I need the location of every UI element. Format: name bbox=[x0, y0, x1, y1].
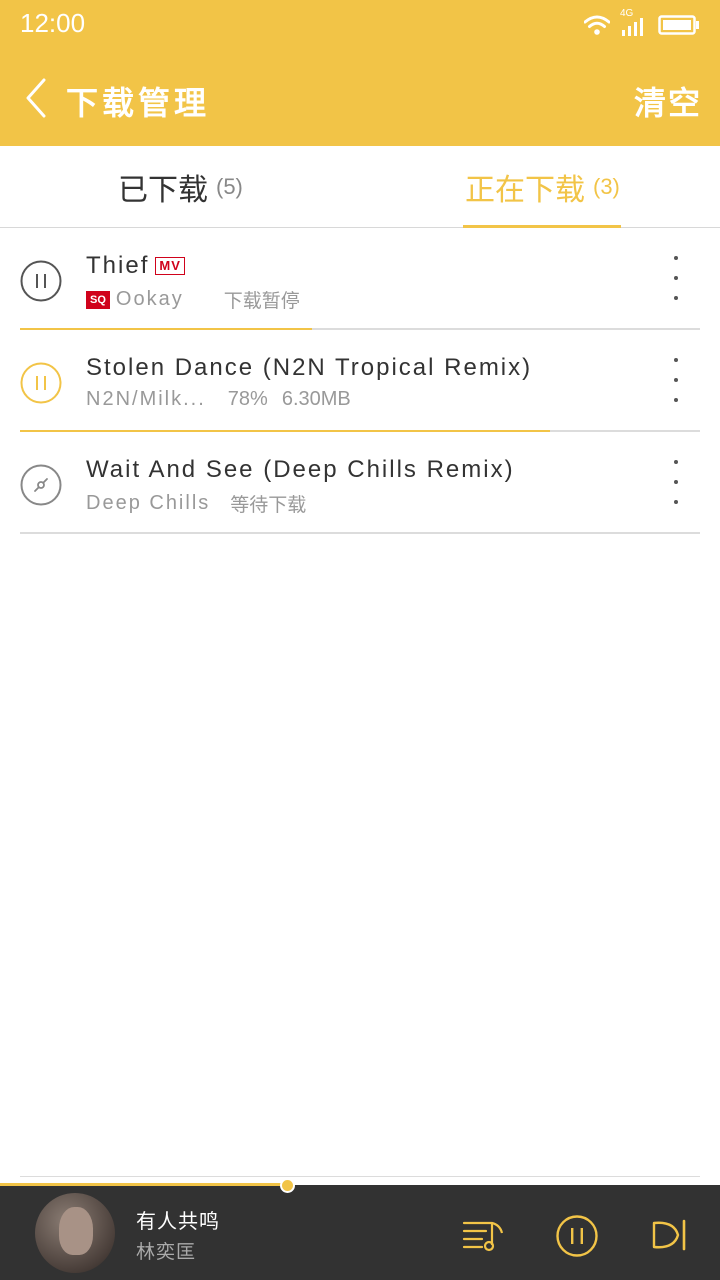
player-progress-bar[interactable] bbox=[0, 1183, 288, 1186]
more-options-button[interactable] bbox=[666, 358, 686, 402]
download-status: 等待下载 bbox=[230, 495, 307, 516]
signal-icon: 4G bbox=[620, 8, 648, 38]
sq-badge: SQ bbox=[86, 290, 110, 309]
tab-label: 正在下载 bbox=[465, 174, 585, 207]
download-row[interactable]: Stolen Dance (N2N Tropical Remix) N2N/Mi… bbox=[20, 330, 700, 432]
player-progress-knob[interactable] bbox=[280, 1178, 295, 1193]
paused-icon[interactable] bbox=[20, 260, 62, 302]
mini-player[interactable]: 有人共鸣 林奕匡 bbox=[0, 1185, 720, 1280]
status-icons: 4G bbox=[584, 8, 700, 40]
download-row[interactable]: Thief MV SQ Ookay 下载暂停 bbox=[20, 228, 700, 330]
page-title: 下载管理 bbox=[66, 85, 211, 121]
song-subtitle: SQ Ookay 下载暂停 bbox=[86, 286, 300, 313]
more-options-button[interactable] bbox=[666, 256, 686, 300]
waiting-disc-icon[interactable] bbox=[20, 464, 62, 506]
back-button[interactable] bbox=[14, 76, 58, 120]
mv-badge: MV bbox=[155, 257, 185, 275]
tab-bar: 已下载 (5) 正在下载 (3) bbox=[0, 146, 720, 228]
tab-label: 已下载 bbox=[118, 174, 208, 207]
song-artist: Deep Chills bbox=[86, 492, 211, 514]
downloading-pause-icon[interactable] bbox=[20, 362, 62, 404]
song-title-row: Wait And See (Deep Chills Remix) bbox=[86, 456, 515, 484]
next-track-icon[interactable] bbox=[650, 1213, 694, 1257]
album-cover-art bbox=[59, 1207, 93, 1255]
download-row[interactable]: Wait And See (Deep Chills Remix) Deep Ch… bbox=[20, 432, 700, 534]
app-header: 12:00 4G 下载管理 清空 bbox=[0, 0, 720, 146]
album-cover[interactable] bbox=[35, 1193, 115, 1273]
song-title: Stolen Dance (N2N Tropical Remix) bbox=[86, 354, 533, 381]
song-artist: N2N/Milk... bbox=[86, 388, 206, 410]
now-playing-title: 有人共鸣 bbox=[136, 1211, 220, 1233]
tab-count: (5) bbox=[216, 174, 243, 199]
now-playing-artist: 林奕匡 bbox=[136, 1242, 197, 1263]
download-size: 6.30MB bbox=[281, 388, 351, 410]
title-row: 下载管理 清空 bbox=[0, 68, 720, 128]
song-title-row: Thief MV bbox=[86, 252, 185, 280]
song-title: Wait And See (Deep Chills Remix) bbox=[86, 456, 515, 483]
download-list: Thief MV SQ Ookay 下载暂停 Stolen Dance (N2N… bbox=[20, 228, 700, 534]
status-time: 12:00 bbox=[20, 8, 86, 38]
tab-downloaded[interactable]: 已下载 (5) bbox=[118, 146, 243, 228]
chevron-left-icon bbox=[26, 78, 46, 118]
pause-icon[interactable] bbox=[555, 1214, 599, 1258]
battery-icon bbox=[658, 15, 699, 35]
download-percent: 78% bbox=[227, 388, 268, 410]
tab-count: (3) bbox=[593, 174, 620, 199]
clear-button[interactable]: 清空 bbox=[634, 78, 702, 124]
wifi-icon bbox=[584, 15, 610, 35]
song-artist: Ookay bbox=[115, 288, 184, 310]
song-subtitle: Deep Chills 等待下载 bbox=[86, 490, 306, 517]
playlist-icon[interactable] bbox=[462, 1213, 506, 1257]
tab-downloading[interactable]: 正在下载 (3) bbox=[465, 146, 620, 228]
song-title: Thief bbox=[86, 252, 150, 279]
download-status: 下载暂停 bbox=[223, 291, 300, 312]
player-divider bbox=[20, 1176, 700, 1177]
more-options-button[interactable] bbox=[666, 460, 686, 504]
song-title-row: Stolen Dance (N2N Tropical Remix) bbox=[86, 354, 532, 382]
row-divider bbox=[20, 532, 700, 534]
song-subtitle: N2N/Milk... 78% 6.30MB bbox=[86, 388, 351, 411]
